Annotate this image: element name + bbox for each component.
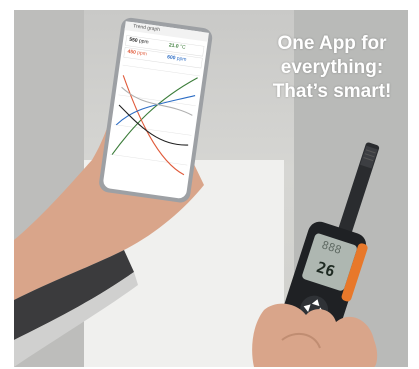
tagline-line-2: everything:: [280, 57, 384, 78]
product-photo: Trend graph 550 ppm 21.0 °C 450 ppm 600 …: [14, 10, 408, 367]
tagline-line-1: One App for: [277, 33, 387, 54]
tagline-line-3: That’s smart!: [272, 81, 392, 102]
tagline: One App for everything: That’s smart!: [252, 32, 408, 104]
